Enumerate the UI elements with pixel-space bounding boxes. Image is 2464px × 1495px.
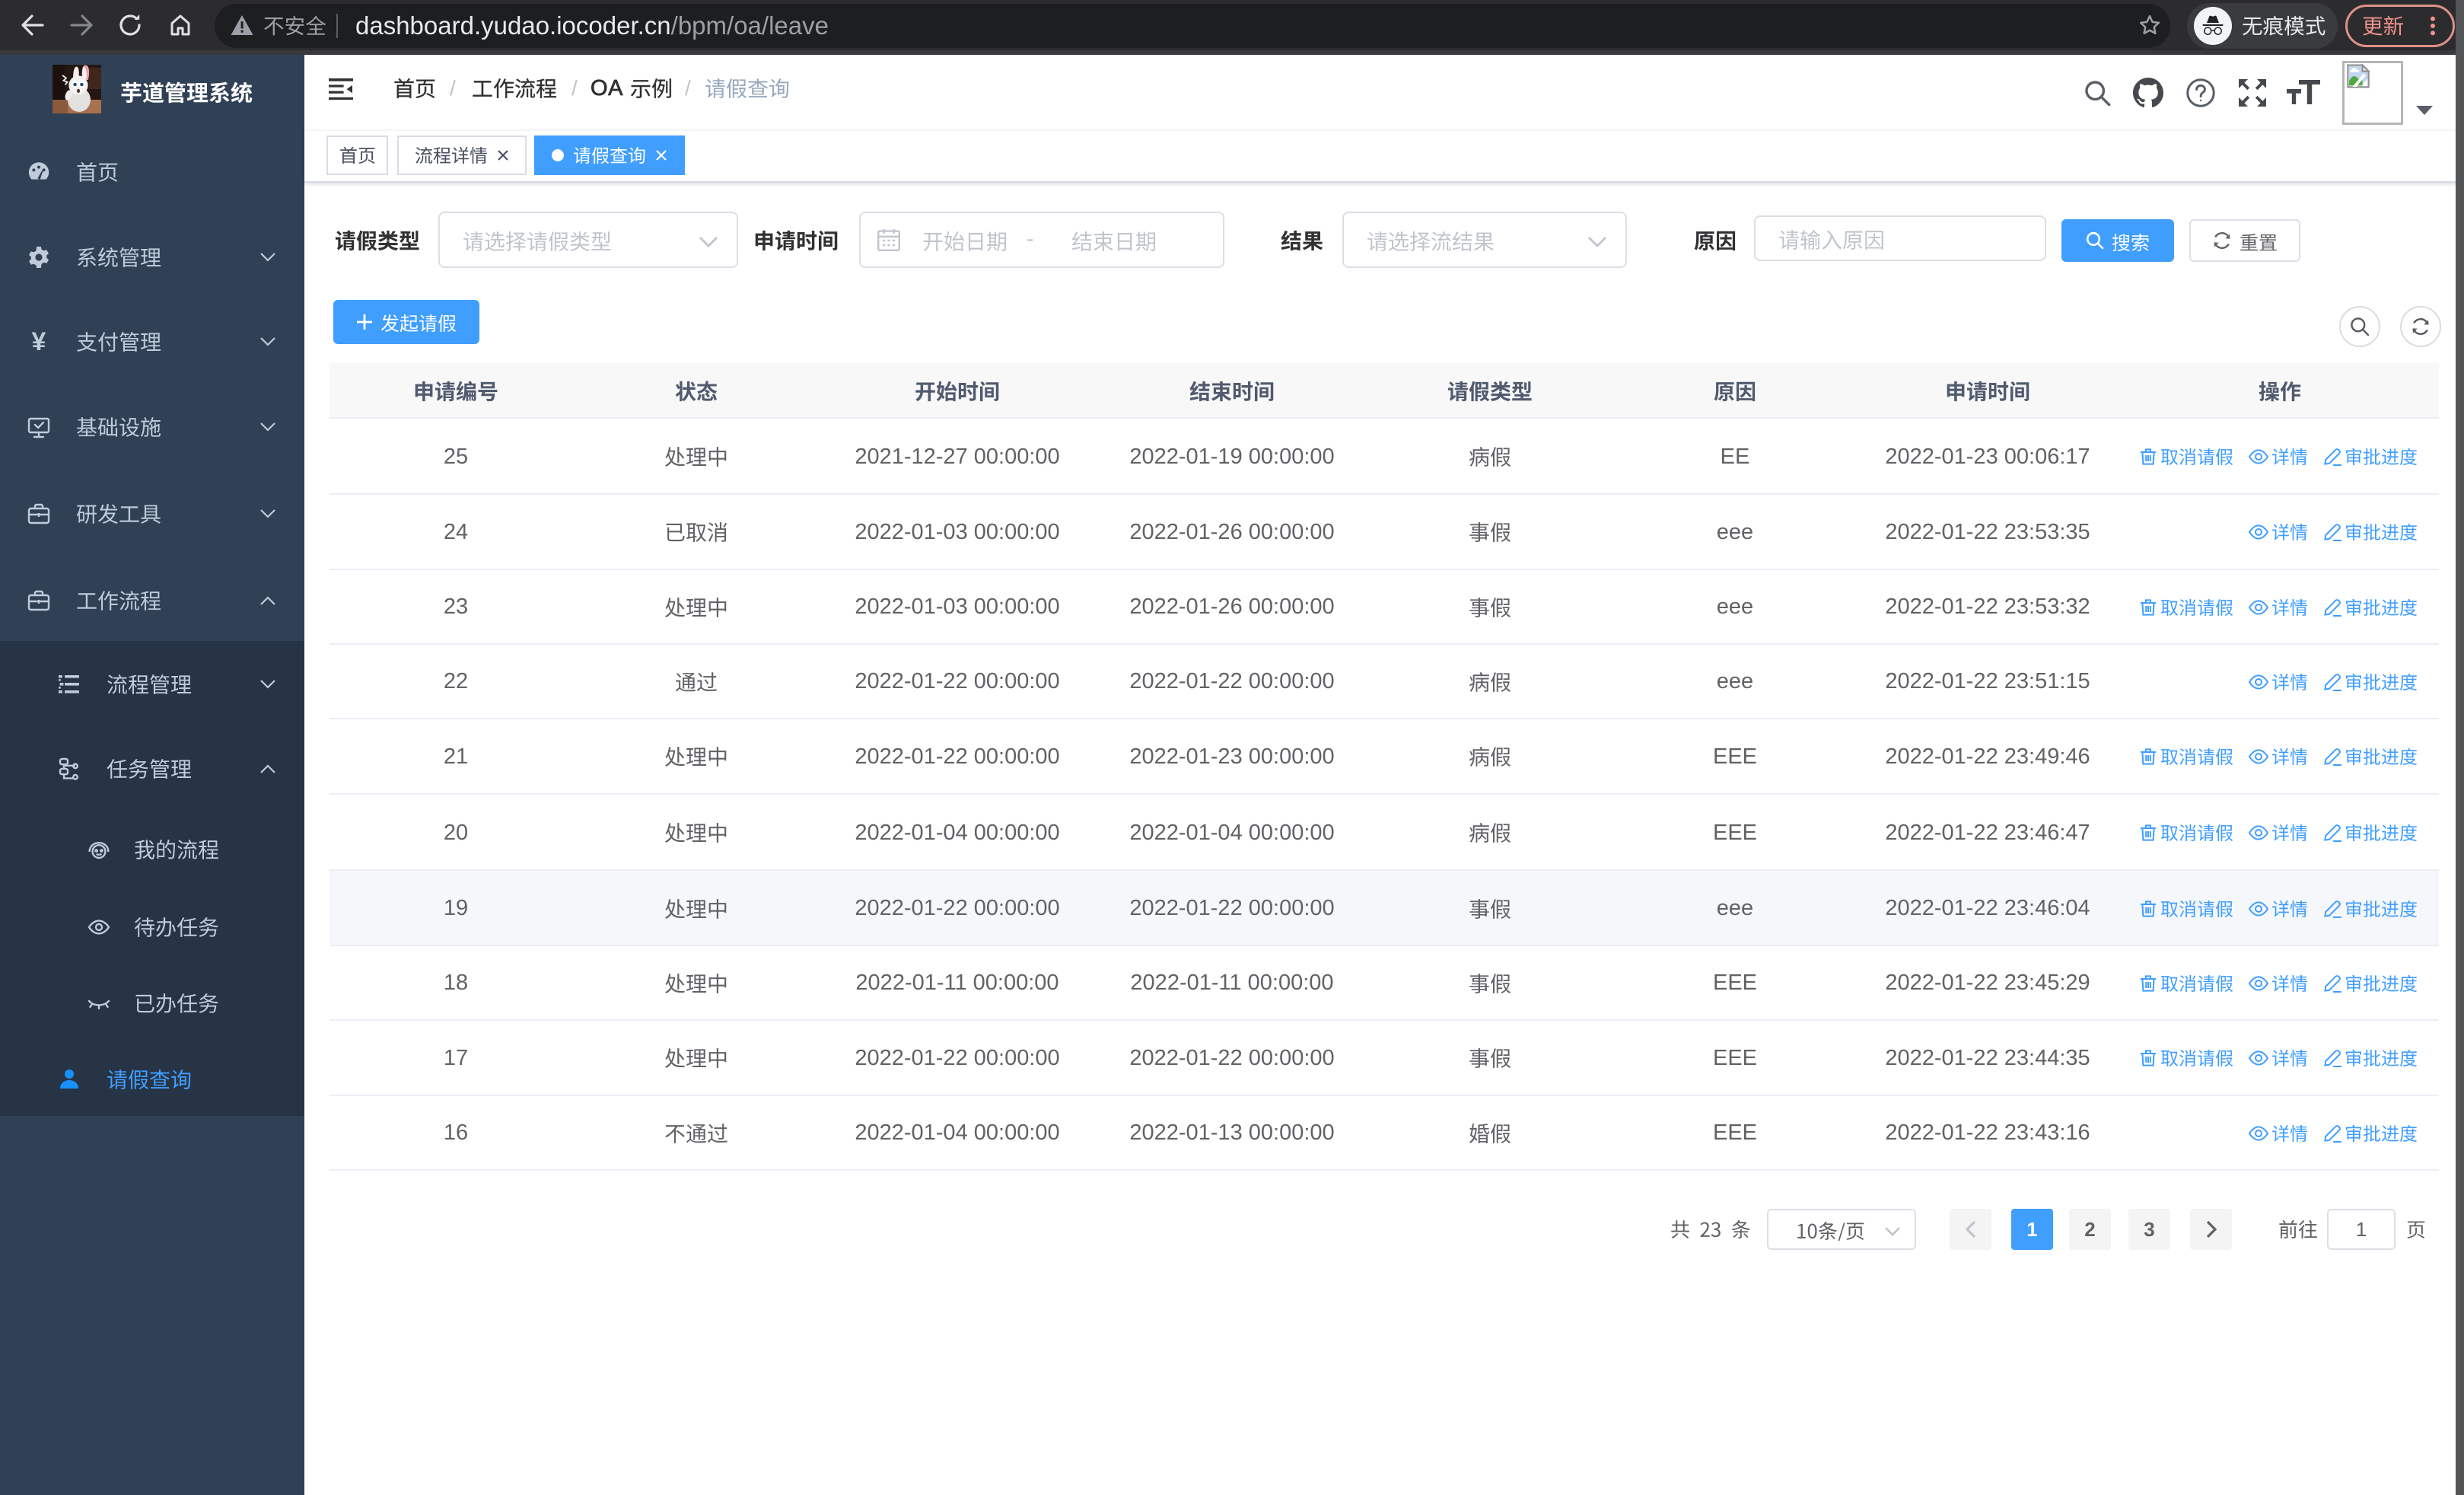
svg-text:¥: ¥	[32, 330, 46, 354]
